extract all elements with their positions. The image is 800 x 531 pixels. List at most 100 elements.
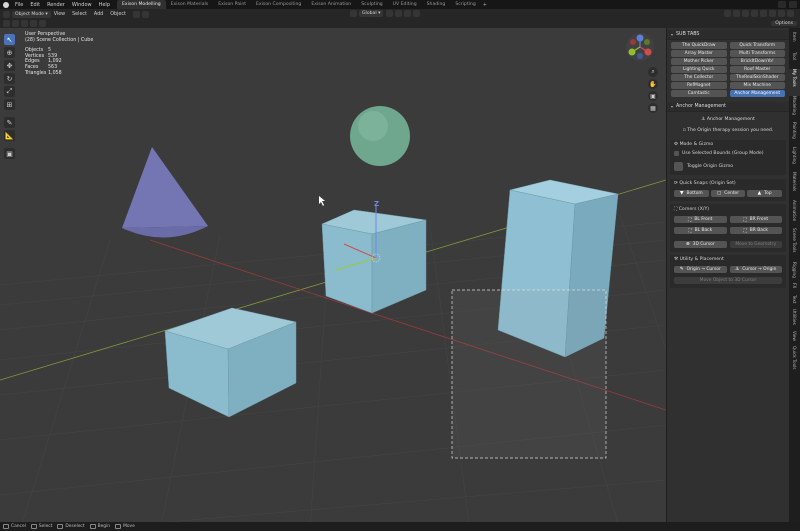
vtab-my-tools[interactable]: My Tools <box>789 69 800 96</box>
workspace-tab-exison-modelling[interactable]: Exison Modelling <box>117 0 166 9</box>
workspace-tab-scripting[interactable]: Scripting <box>450 0 480 9</box>
vtab-animation[interactable]: Animation <box>789 200 800 228</box>
anchor-management-header[interactable]: ▾ Anchor Management <box>667 102 789 112</box>
workspace-tab-exison-materials[interactable]: Exison Materials <box>166 0 214 9</box>
pan-button[interactable]: ✋ <box>648 79 658 89</box>
br-front-button[interactable]: ⛶ BR Front <box>729 216 782 223</box>
menu-window[interactable]: Window <box>72 2 92 8</box>
use-selected-bounds-row[interactable]: Use Selected Bounds (Group Mode) <box>670 149 786 158</box>
rotate-tool-button[interactable]: ↻ <box>4 73 15 84</box>
select-subtract-icon[interactable] <box>21 20 28 27</box>
menu-add[interactable]: Add <box>94 12 103 17</box>
annotate-tool-button[interactable]: ✎ <box>4 117 15 128</box>
orientation-icon[interactable] <box>350 10 357 17</box>
cursor-to-origin-button[interactable]: ⚓ Cursor → Origin <box>729 266 782 273</box>
box-object-low[interactable] <box>164 307 297 418</box>
select-intersect-icon[interactable] <box>39 20 46 27</box>
subtab-button[interactable]: TheRealSkinShader <box>729 74 785 81</box>
use-selected-bounds-checkbox[interactable] <box>674 151 679 156</box>
shading-material-icon[interactable] <box>778 10 785 17</box>
cursor-tool-button[interactable]: ⊕ <box>4 47 15 58</box>
subtab-button[interactable]: BrickItDownYo! <box>729 58 785 65</box>
subtab-button[interactable]: Mother Picker <box>671 58 727 65</box>
zoom-button[interactable]: ⌕ <box>648 67 658 77</box>
toggle-gizmo-checkbox[interactable] <box>674 162 683 171</box>
3d-cursor-button[interactable]: ⊕ 3D Cursor <box>674 241 727 248</box>
gizmo-icon[interactable] <box>733 10 740 17</box>
sphere-object[interactable] <box>350 106 410 166</box>
workspace-tab-sculpting[interactable]: Sculpting <box>356 0 387 9</box>
menu-render[interactable]: Render <box>47 2 65 8</box>
snap-center-button[interactable]: ▢ Center <box>710 190 746 197</box>
subtab-button[interactable]: Array Master <box>671 50 727 57</box>
move-tool-button[interactable]: ✥ <box>4 60 15 71</box>
pivot-icon[interactable] <box>386 10 394 17</box>
xray-icon[interactable] <box>751 10 758 17</box>
proportional-icon[interactable] <box>141 10 149 18</box>
vtab-modeling[interactable]: Modeling <box>789 96 800 122</box>
options-dropdown[interactable]: Options <box>771 21 797 26</box>
menu-object[interactable]: Object <box>110 12 126 17</box>
shading-rendered-icon[interactable] <box>787 10 794 17</box>
vtab-view[interactable]: View <box>789 331 800 346</box>
add-workspace-button[interactable]: + <box>483 2 487 8</box>
blender-logo-icon[interactable] <box>3 1 9 8</box>
shading-wireframe-icon[interactable] <box>760 10 767 17</box>
snap-top-button[interactable]: ▲ Top <box>747 190 782 197</box>
subtab-button[interactable]: RefMagnet <box>671 82 727 89</box>
move-object-to-cursor-button[interactable]: Move Object to 3D Cursor <box>674 277 782 284</box>
shading-solid-icon[interactable] <box>769 10 776 17</box>
menu-select[interactable]: Select <box>72 12 87 17</box>
vtab-materials[interactable]: Materials <box>789 172 800 200</box>
scene-selector-icon[interactable] <box>778 1 786 8</box>
falloff-icon[interactable] <box>413 10 421 17</box>
bl-front-button[interactable]: ⛶ BL Front <box>674 216 727 223</box>
workspace-tab-shading[interactable]: Shading <box>422 0 451 9</box>
select-tool-button[interactable]: ↖ <box>4 34 15 45</box>
workspace-tab-uv-editing[interactable]: UV Editing <box>388 0 422 9</box>
editor-type-icon[interactable] <box>3 10 10 18</box>
snapping-icon[interactable] <box>395 10 403 17</box>
vtab-fx[interactable]: FX <box>789 283 800 295</box>
workspace-tab-exison-paint[interactable]: Exison Paint <box>213 0 251 9</box>
camera-view-button[interactable]: ▣ <box>648 91 658 101</box>
vtab-lighting[interactable]: Lighting <box>789 147 800 172</box>
br-back-button[interactable]: ⛶ BR Back <box>729 227 782 234</box>
toggle-gizmo-row[interactable]: Toggle Origin Gizmo <box>670 158 786 173</box>
workspace-tab-exison-compositing[interactable]: Exison Compositing <box>251 0 306 9</box>
origin-to-cursor-button[interactable]: ✎ Origin → Cursor <box>674 266 727 273</box>
vtab-scene-tools[interactable]: Scene Tools <box>789 228 800 262</box>
cube-object-selected[interactable] <box>321 205 427 314</box>
orientation-dropdown[interactable]: Global ▾ <box>359 10 384 17</box>
visibility-icon[interactable] <box>724 10 731 17</box>
vtab-painting[interactable]: Painting <box>789 122 800 147</box>
subtab-button[interactable]: Mix Machine <box>729 82 785 89</box>
menu-edit[interactable]: Edit <box>30 2 40 8</box>
view-layer-icon[interactable] <box>789 1 797 8</box>
scale-tool-button[interactable]: ⤢ <box>4 86 15 97</box>
subtab-button[interactable]: Roof Master <box>729 66 785 73</box>
workspace-tab-exison-animation[interactable]: Exison Animation <box>306 0 356 9</box>
subtab-button[interactable]: The QuickDraw <box>671 42 727 49</box>
cone-object[interactable] <box>122 147 208 238</box>
vtab-utilities[interactable]: Utilities <box>789 309 800 331</box>
select-invert-icon[interactable] <box>30 20 37 27</box>
subtab-button[interactable]: Quick Transform <box>729 42 785 49</box>
snap-bottom-button[interactable]: ▼ Bottom <box>674 190 709 197</box>
snap-icon[interactable] <box>132 10 140 18</box>
vtab-text[interactable]: Text <box>789 295 800 309</box>
transform-tool-button[interactable]: ⊞ <box>4 99 15 110</box>
menu-view[interactable]: View <box>54 12 65 17</box>
subtab-button[interactable]: Lighting Quick <box>671 66 727 73</box>
subtab-button[interactable]: The Collector <box>671 74 727 81</box>
add-cube-tool-button[interactable]: ▣ <box>4 148 15 159</box>
select-extend-icon[interactable] <box>12 20 19 27</box>
subtab-button-active[interactable]: Anchor Management <box>729 90 785 97</box>
menu-help[interactable]: Help <box>99 2 110 8</box>
vtab-tool[interactable]: Tool <box>789 52 800 69</box>
select-box-mode-icon[interactable] <box>3 20 10 27</box>
menu-file[interactable]: File <box>15 2 23 8</box>
overlay-icon[interactable] <box>742 10 749 17</box>
vtab-quick-tools[interactable]: Quick Tools <box>789 346 800 374</box>
vtab-item[interactable]: Item <box>789 32 800 52</box>
